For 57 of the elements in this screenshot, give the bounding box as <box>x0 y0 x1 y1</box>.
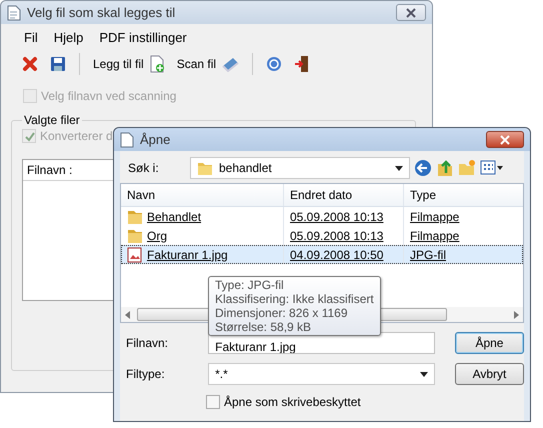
modified-date: 05.09.2008 10:13 <box>290 228 384 242</box>
dropdown-arrow-icon <box>395 166 403 170</box>
document-icon <box>7 4 21 20</box>
tooltip-line: Type: JPG-fil <box>215 278 285 292</box>
scan-button[interactable]: Scan fil <box>174 54 242 74</box>
scanner-icon <box>221 56 240 72</box>
file-name: Behandlet <box>147 210 202 224</box>
tooltip-line: Størrelse: 58,9 kB <box>215 320 312 334</box>
file-type: Filmappe <box>410 228 460 242</box>
file-name-label: Filnavn: <box>125 336 170 350</box>
tooltip-line: Dimensjoner: 826 x 1169 <box>215 306 349 320</box>
image-file-icon <box>127 246 143 262</box>
up-folder-icon[interactable] <box>436 159 454 177</box>
dropdown-arrow-icon <box>420 372 428 376</box>
checkbox-label: Velg filnavn ved scanning <box>41 89 176 103</box>
close-icon <box>499 134 511 144</box>
menu-item[interactable]: PDF instillinger <box>98 30 188 45</box>
file-type: Filmappe <box>410 210 460 224</box>
checkbox[interactable] <box>206 395 220 409</box>
scroll-left-icon[interactable] <box>125 310 131 318</box>
column-header[interactable]: Type <box>404 184 514 206</box>
document-icon <box>120 132 134 148</box>
file-row[interactable]: Behandlet 05.09.2008 10:13 Filmappe <box>121 207 523 226</box>
folder-icon <box>127 208 143 224</box>
open-button[interactable]: Åpne <box>454 332 524 354</box>
modified-date: 04.09.2008 10:50 <box>290 248 384 262</box>
scroll-right-icon[interactable] <box>513 310 519 318</box>
column-header[interactable]: Endret dato <box>284 184 404 206</box>
back-icon[interactable] <box>414 159 432 177</box>
modified-date: 05.09.2008 10:13 <box>290 210 384 224</box>
close-button[interactable] <box>396 4 426 21</box>
file-type: JPG-fil <box>410 248 446 262</box>
menu-item[interactable]: Hjelp <box>52 30 84 45</box>
window-title: Åpne <box>140 132 172 147</box>
look-in-dropdown[interactable]: behandlet <box>190 157 410 179</box>
view-menu-icon[interactable] <box>480 160 504 176</box>
menu-item[interactable]: Fil <box>23 30 39 45</box>
close-button[interactable] <box>486 131 524 148</box>
folder-icon <box>197 160 213 176</box>
tooltip-line: Klassifisering: Ikke klassifisert <box>215 292 374 306</box>
group-title: Valgte filer <box>23 113 81 127</box>
folder-icon <box>127 228 143 244</box>
window-title: Velg fil som skal legges til <box>27 5 176 20</box>
cancel-button[interactable]: Avbryt <box>454 363 524 385</box>
file-name: Fakturanr 1.jpg <box>147 248 228 262</box>
file-row[interactable]: Fakturanr 1.jpg 04.09.2008 10:50 JPG-fil <box>121 245 523 264</box>
close-icon <box>405 8 417 18</box>
checkbox-label: Åpne som skrivebeskyttet <box>224 395 361 409</box>
column-header[interactable]: Filnavn : <box>27 163 72 177</box>
file-name: Org <box>147 228 168 242</box>
file-type-dropdown[interactable]: *.* <box>208 363 435 385</box>
column-header[interactable]: Navn <box>121 184 284 206</box>
add-file-icon <box>148 55 165 73</box>
file-type-label: Filtype: <box>125 367 166 381</box>
look-in-label: Søk i: <box>127 161 160 175</box>
checkbox-label: Konverterer d <box>40 129 113 143</box>
add-file-button[interactable]: Legg til fil <box>90 53 168 75</box>
